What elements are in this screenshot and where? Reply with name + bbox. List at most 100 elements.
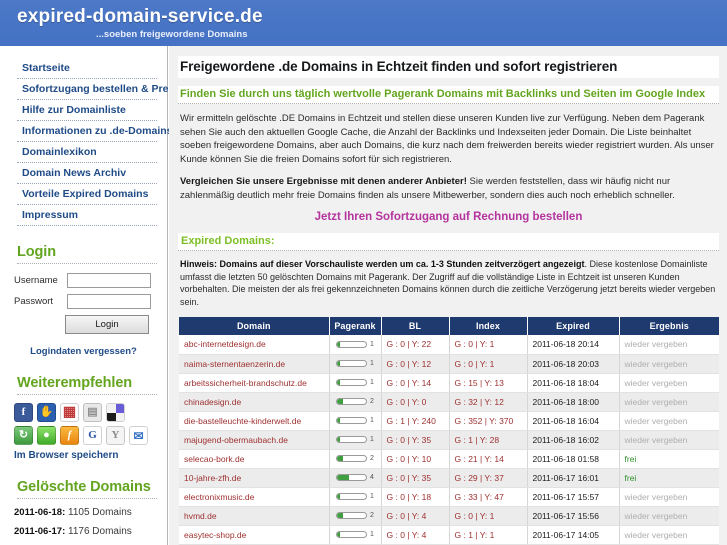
site-title: expired-domain-service.de [17,6,263,27]
cell-result: wieder vergeben [619,506,719,526]
cell-domain[interactable]: hvmd.de [179,506,330,526]
sidebar-item-informationen[interactable]: Informationen zu .de-Domains [17,121,173,142]
cell-domain[interactable]: abc-internetdesign.de [179,335,330,355]
column-header-ergebnis[interactable]: Ergebnis [619,317,719,335]
cell-pagerank: 1 [329,411,382,431]
cell-pagerank: 1 [329,373,382,393]
pagerank-bar [336,360,368,367]
table-row[interactable]: hvmd.de 2 G : 0 | Y: 4G : 0 | Y: 1 2011-06-… [179,506,719,526]
cell-domain[interactable]: easytec-shop.de [179,525,330,545]
column-header-bl[interactable]: BL [381,317,450,335]
table-row[interactable]: selecao-bork.de 2 G : 0 | Y: 10 G : 21 | Y:… [179,449,719,469]
mixx-icon[interactable]: ▤ [83,403,102,422]
cell-domain[interactable]: die-bastelleuchte-kinderwelt.de [179,411,330,431]
order-access-link[interactable]: Jetzt Ihren Sofortzugang auf Rechnung be… [178,211,719,223]
table-row[interactable]: 10-jahre-zfh.de 4 G : 0 | Y: 35 G : 29 | Y:… [179,468,719,488]
pagerank-bar [336,531,368,538]
sidebar-item-domainlexikon[interactable]: Domainlexikon [17,142,157,163]
table-row[interactable]: arbeitssicherheit-brandschutz.de 1 G : 0 |… [179,373,719,393]
stumbleupon-icon[interactable]: ↻ [14,426,33,445]
cell-domain[interactable]: electronixmusic.de [179,487,330,507]
cell-pagerank: 2 [329,449,382,469]
login-heading: Login [17,244,157,264]
cell-pagerank: 1 [329,354,382,374]
cell-expired: 2011-06-17 16:01 [527,468,620,488]
sidebar-item-impressum[interactable]: Impressum [17,205,157,226]
cell-domain[interactable]: majugend-obermaubach.de [179,430,330,450]
pagerank-value: 1 [370,340,374,348]
webnews-icon[interactable]: ✉ [129,426,148,445]
table-row[interactable]: majugend-obermaubach.de 1 G : 0 | Y: 35 G :… [179,430,719,450]
site-tagline: ...soeben freigewordene Domains [96,29,248,40]
hint-paragraph: Hinweis: Domains auf dieser Vorschaulist… [180,258,717,308]
cell-result: frei [619,468,719,488]
cell-backlinks: G : 0 | Y: 10 [381,449,450,469]
main-content: Freigewordene .de Domains in Echtzeit fi… [169,46,727,545]
studivz-icon[interactable]: ✋ [37,403,56,422]
list-item: 2011-06-18: 1105 Domains [14,507,157,518]
browser-save-link[interactable]: Im Browser speichern [14,450,167,461]
pagerank-bar [336,398,368,405]
cell-expired: 2011-06-17 14:05 [527,525,620,545]
page-title: Freigewordene .de Domains in Echtzeit fi… [178,56,719,78]
cell-domain[interactable]: naima-sternentaenzerin.de [179,354,330,374]
expired-domains-heading: Expired Domains: [178,233,719,251]
table-row[interactable]: die-bastelleuchte-kinderwelt.de 1 G : 1 | … [179,411,719,431]
cell-domain[interactable]: 10-jahre-zfh.de [179,468,330,488]
table-row[interactable]: electronixmusic.de 1 G : 0 | Y: 18 G : 33 |… [179,487,719,507]
sidebar-item-sofortzugang[interactable]: Sofortzugang bestellen & Preise [17,79,183,100]
pagerank-value: 1 [370,436,374,443]
username-row: Username [10,273,157,288]
google-bookmarks-icon[interactable]: G [83,426,102,445]
cell-result: wieder vergeben [619,411,719,431]
share-heading: Weiterempfehlen [17,375,157,395]
table-row[interactable]: abc-internetdesign.de 1 G : 0 | Y: 22 G : 0… [179,335,719,355]
deleted-count: 1176 Domains [68,526,132,537]
column-header-domain[interactable]: Domain [179,317,330,335]
pagerank-bar [336,340,368,348]
deleted-date: 2011-06-18: [14,507,66,518]
cell-domain[interactable]: chinadesign.de [179,392,330,412]
pagerank-value: 1 [370,379,374,386]
facebook-icon[interactable]: f [14,403,33,422]
cell-pagerank: 2 [329,392,382,412]
table-row[interactable]: chinadesign.de 2 G : 0 | Y: 0G : 32 | Y: 1… [179,392,719,412]
yahoo-icon[interactable]: Y [106,426,125,445]
forgot-credentials-link[interactable]: Logindaten vergessen? [10,346,157,357]
username-input[interactable] [67,273,151,288]
cell-result: wieder vergeben [619,335,719,355]
cell-backlinks: G : 0 | Y: 4 [381,525,450,545]
cell-pagerank: 1 [329,525,382,545]
cell-domain[interactable]: arbeitssicherheit-brandschutz.de [179,373,330,393]
cell-backlinks: G : 0 | Y: 18 [381,487,450,507]
pagerank-bar [336,474,368,481]
sidebar-item-hilfe[interactable]: Hilfe zur Domainliste [17,100,157,121]
mister-wong-icon[interactable]: ▦ [60,403,79,422]
sidebar-item-vorteile[interactable]: Vorteile Expired Domains [17,184,157,205]
sidebar-item-startseite[interactable]: Startseite [17,58,157,79]
column-header-index[interactable]: Index [449,317,528,335]
share-icons-row-2: ↻ ● f G Y ✉ [14,426,160,445]
delicious-icon[interactable] [106,403,125,422]
cell-result: wieder vergeben [619,430,719,450]
cell-expired: 2011-06-17 15:56 [527,506,620,526]
table-row[interactable]: naima-sternentaenzerin.de 1 G : 0 | Y: 12 G… [179,354,719,374]
deleted-date: 2011-06-17: [14,526,66,537]
expired-domains-table: Domain Pagerank BL Index Expired Ergebni… [179,317,719,545]
sidebar-item-news-archiv[interactable]: Domain News Archiv [17,163,157,184]
table-row[interactable]: easytec-shop.de 1 G : 0 | Y: 4G : 1 | Y: 1… [179,525,719,545]
column-header-pagerank[interactable]: Pagerank [329,317,382,335]
password-input[interactable] [67,294,151,309]
cell-result: wieder vergeben [619,487,719,507]
cell-domain[interactable]: selecao-bork.de [179,449,330,469]
cell-pagerank: 1 [329,335,382,355]
column-header-expired[interactable]: Expired [527,317,620,335]
pagerank-bar [336,417,368,424]
username-label: Username [14,275,58,286]
login-button[interactable]: Login [65,315,149,334]
cell-backlinks: G : 0 | Y: 4 [381,506,450,526]
technorati-icon[interactable]: ● [37,426,56,445]
pagerank-value: 2 [370,512,374,519]
folkd-icon[interactable]: f [60,426,79,445]
pagerank-value: 1 [370,360,374,367]
